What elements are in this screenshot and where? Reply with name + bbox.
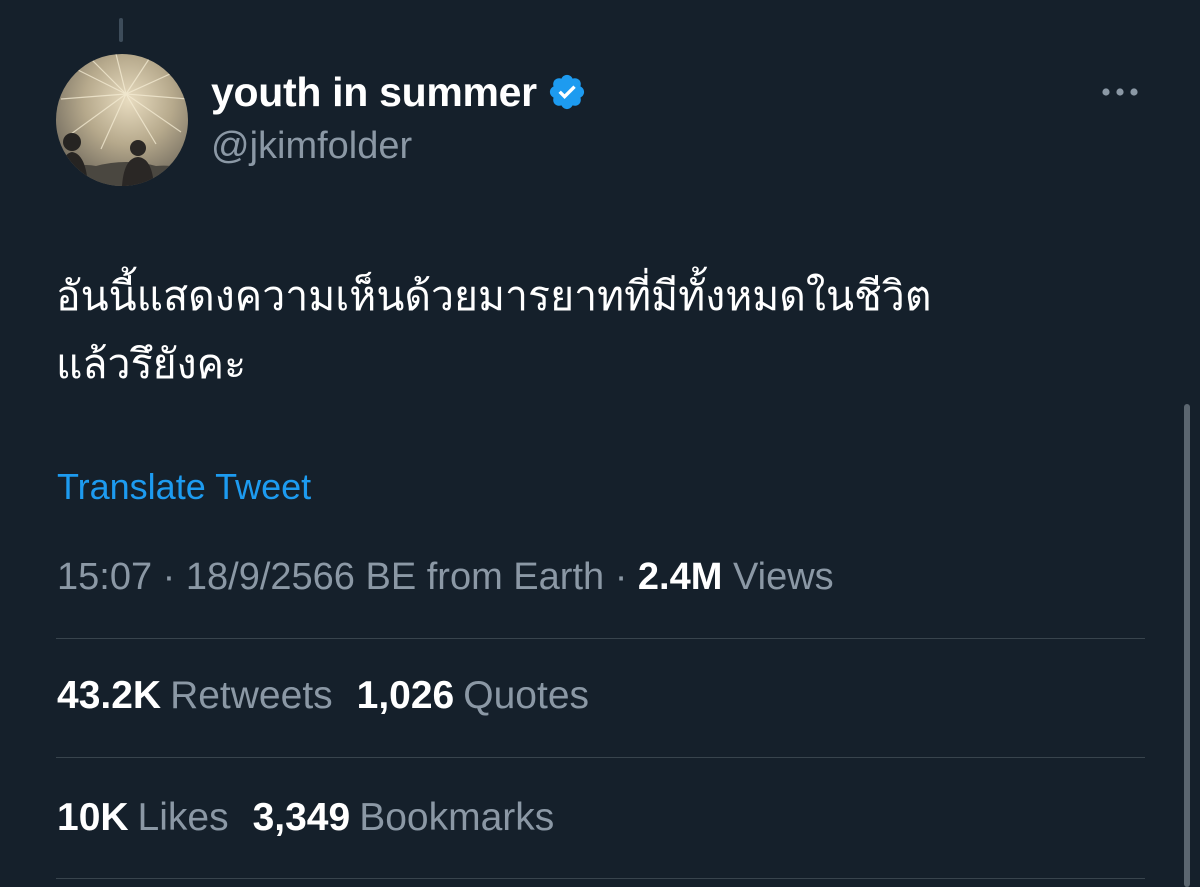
avatar[interactable] [56,54,188,186]
quotes-stat[interactable]: 1,026 Quotes [357,674,589,718]
tweet-source: from Earth [426,556,605,598]
tweet-text-line: แล้วรึยังคะ [56,340,247,388]
meta-separator: · [162,556,186,598]
divider [56,878,1145,879]
likes-count: 10K [57,796,129,839]
display-name-row: youth in summer [211,66,587,118]
views-label: Views [732,556,834,598]
quotes-count: 1,026 [356,674,455,717]
translate-tweet-link[interactable]: Translate Tweet [57,466,311,508]
tweet-detail-view: youth in summer @jkimfolder อันนี้แสดงคว… [0,0,1200,887]
likes-label: Likes [137,796,229,839]
avatar-image [56,54,188,186]
bookmarks-count: 3,349 [252,796,351,839]
bookmarks-label: Bookmarks [359,796,555,839]
user-handle[interactable]: @jkimfolder [211,125,412,168]
meta-separator: · [614,556,638,598]
retweets-stat[interactable]: 43.2K Retweets [57,674,333,718]
display-name[interactable]: youth in summer [211,69,537,116]
tweet-meta: 15:07 · 18/9/2566 BE from Earth · 2.4M V… [57,556,834,599]
tweet-date[interactable]: 18/9/2566 BE [186,556,416,598]
views-count: 2.4M [637,556,723,598]
likes-stat[interactable]: 10K Likes [57,796,229,840]
tweet-text: อันนี้แสดงความเห็นด้วยมารยาทที่มีทั้งหมด… [56,262,1136,398]
engagement-stats-row: 10K Likes 3,349 Bookmarks [57,796,554,840]
verified-badge-icon [547,72,587,112]
engagement-stats-row: 43.2K Retweets 1,026 Quotes [57,674,589,718]
thread-connector-line [119,18,123,42]
retweets-count: 43.2K [57,674,162,717]
bookmarks-stat[interactable]: 3,349 Bookmarks [253,796,555,840]
divider [56,757,1145,758]
divider [56,638,1145,639]
tweet-time[interactable]: 15:07 [57,556,152,598]
scrollbar[interactable] [1184,404,1190,887]
more-options-button[interactable] [1098,78,1142,106]
retweets-label: Retweets [170,674,333,717]
more-horizontal-icon [1102,88,1138,96]
quotes-label: Quotes [463,674,590,717]
tweet-text-line: อันนี้แสดงความเห็นด้วยมารยาทที่มีทั้งหมด… [56,272,932,320]
